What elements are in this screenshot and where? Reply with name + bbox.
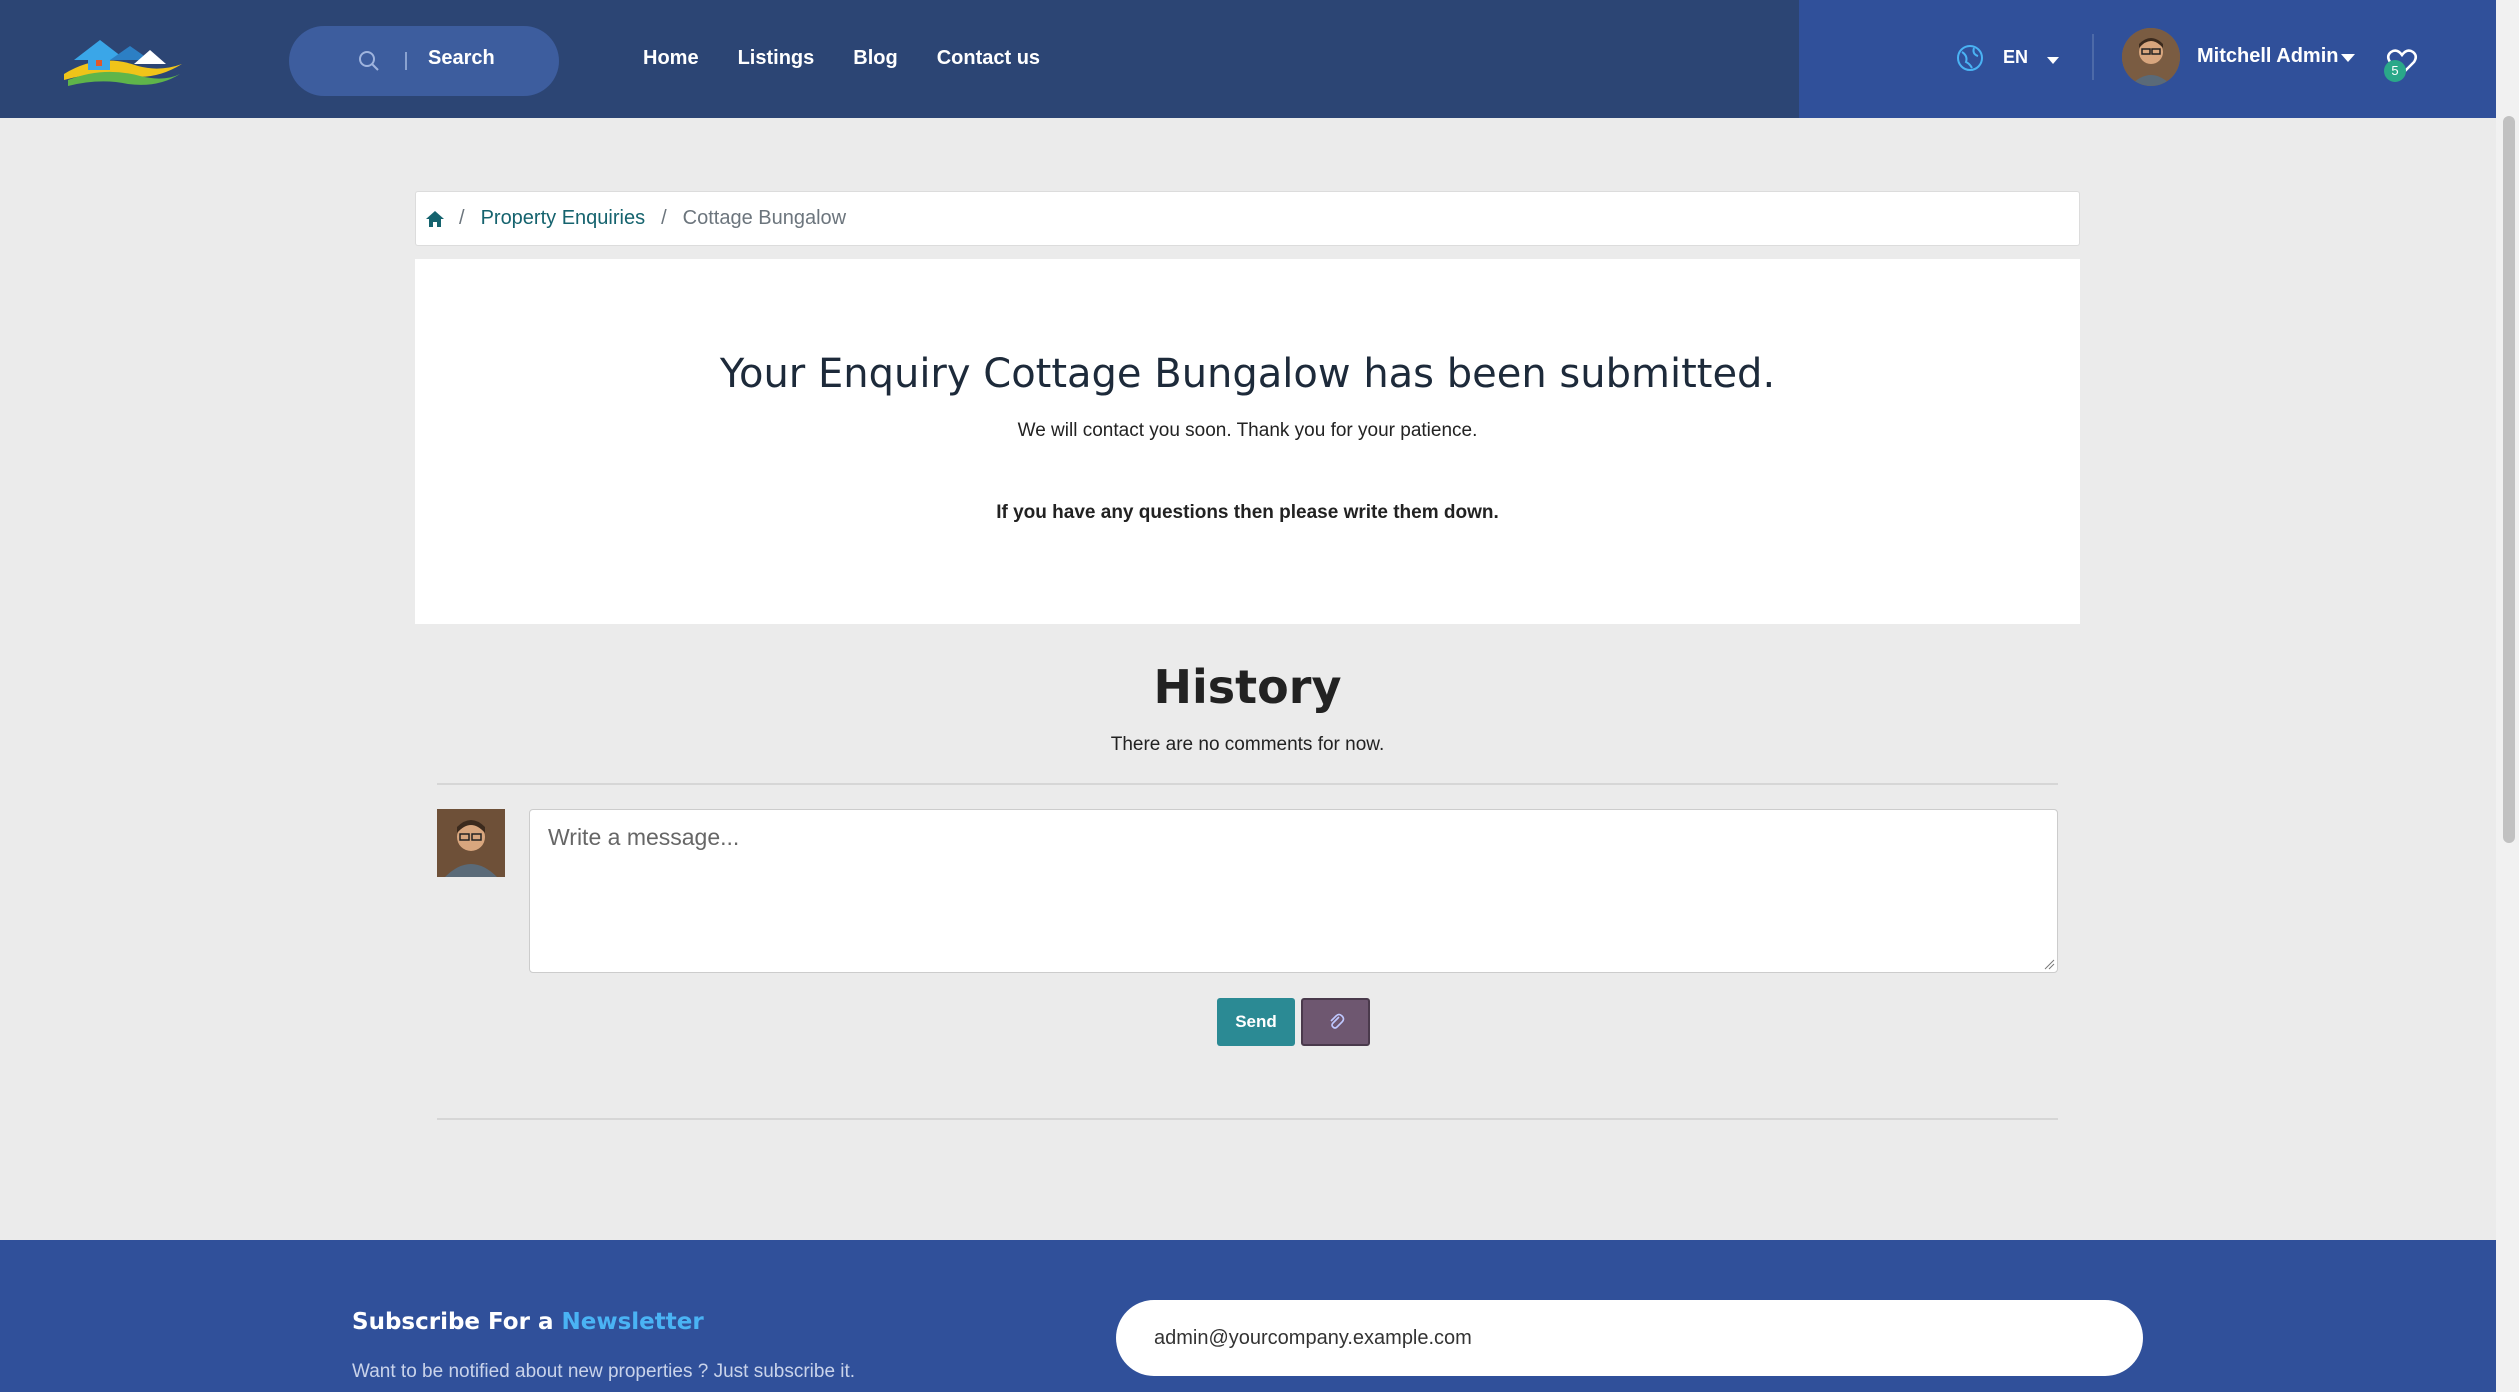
globe-icon[interactable] (1956, 44, 1984, 72)
search-label: Search (428, 47, 495, 69)
user-avatar[interactable] (2122, 28, 2180, 86)
divider (437, 1118, 2058, 1120)
confirmation-title: Your Enquiry Cottage Bungalow has been s… (719, 351, 1776, 397)
paperclip-icon (1329, 1013, 1344, 1029)
logo[interactable] (60, 30, 185, 92)
newsletter-email-input[interactable] (1116, 1300, 2143, 1376)
newsletter-title-prefix: Subscribe For a (352, 1309, 554, 1335)
attach-button[interactable] (1301, 998, 1370, 1046)
no-comments-text: There are no comments for now. (1110, 734, 1385, 755)
newsletter-title-highlight: Newsletter (561, 1309, 704, 1335)
confirmation-card: Your Enquiry Cottage Bungalow has been s… (415, 259, 2080, 624)
wishlist-count-badge: 5 (2384, 60, 2406, 82)
user-menu-caret-icon[interactable] (2341, 54, 2355, 62)
commenter-avatar (437, 809, 505, 877)
divider (437, 783, 2058, 785)
newsletter-title: Subscribe For a Newsletter (352, 1309, 704, 1335)
scrollbar-thumb[interactable] (2503, 116, 2515, 843)
history-title: History (1153, 660, 1342, 714)
message-textarea[interactable] (529, 809, 2058, 973)
main-nav: Home Listings Blog Contact us (643, 47, 1079, 70)
nav-blog[interactable]: Blog (853, 47, 897, 70)
language-caret-icon[interactable] (2047, 57, 2059, 64)
questions-note: If you have any questions then please wr… (996, 502, 1499, 523)
confirmation-subtitle: We will contact you soon. Thank you for … (1017, 420, 1478, 441)
resize-handle-icon[interactable] (2043, 958, 2055, 970)
nav-home[interactable]: Home (643, 47, 699, 70)
nav-listings[interactable]: Listings (738, 47, 815, 70)
nav-contact-us[interactable]: Contact us (937, 47, 1040, 70)
breadcrumb-separator: / (661, 207, 667, 229)
user-name[interactable]: Mitchell Admin (2197, 45, 2338, 68)
breadcrumb-current: Cottage Bungalow (682, 207, 847, 229)
send-button[interactable]: Send (1217, 998, 1295, 1046)
language-selector[interactable]: EN (2003, 47, 2028, 68)
header-divider (2092, 34, 2094, 80)
home-icon[interactable] (425, 209, 445, 229)
breadcrumb: / Property Enquiries / Cottage Bungalow (415, 191, 2080, 246)
newsletter-subtitle: Want to be notified about new properties… (352, 1361, 856, 1382)
breadcrumb-property-enquiries[interactable]: Property Enquiries (481, 207, 646, 230)
breadcrumb-separator: / (459, 207, 465, 229)
search-divider (405, 52, 407, 70)
search-icon (359, 51, 379, 71)
search-bar[interactable]: Search (289, 26, 559, 96)
